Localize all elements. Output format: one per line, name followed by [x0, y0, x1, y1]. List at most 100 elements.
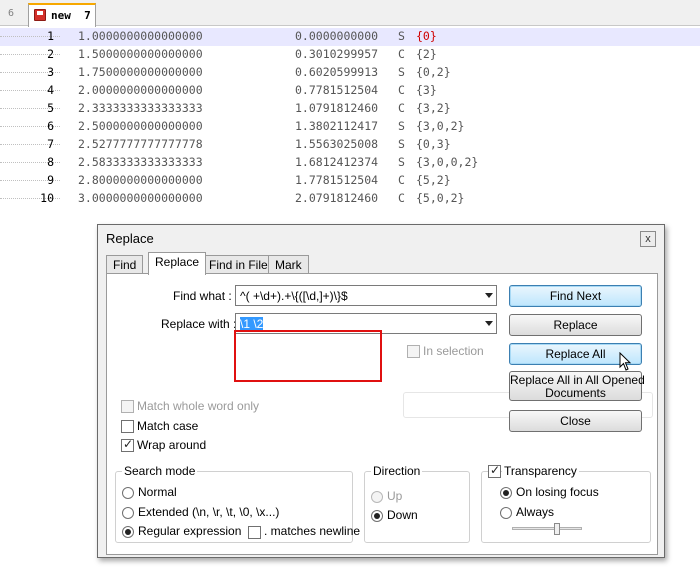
type-column: C [398, 47, 405, 61]
value-column-b: 1.5563025008 [295, 137, 379, 151]
normal-label: Normal [138, 485, 177, 499]
value-column-a: 2.5833333333333333 [78, 155, 203, 169]
direction-group: Direction Up Down [364, 464, 470, 543]
replace-with-input[interactable]: \1 \2 [235, 313, 497, 334]
editor-line[interactable]: 6 2.5000000000000000 1.3802112417 S {3,0,2} [0, 118, 700, 136]
down-label: Down [387, 508, 418, 522]
set-column: {0,2} [416, 65, 451, 79]
always-label: Always [516, 505, 555, 519]
line-number-gutter: 10 [0, 190, 60, 208]
value-column-a: 3.0000000000000000 [78, 191, 203, 205]
replace-panel: Find what : ^( +\d+).+\{([\d,]+)\}$ Repl… [106, 273, 658, 555]
extended-radio[interactable] [122, 507, 134, 519]
line-number-gutter: 1 [0, 28, 60, 46]
tab-replace[interactable]: Replace [148, 252, 207, 275]
type-column: S [398, 137, 405, 151]
line-number: 10 [40, 191, 54, 205]
editor-line[interactable]: 2 1.5000000000000000 0.3010299957 C {2} [0, 46, 700, 64]
matches-newline-label: . matches newline [264, 524, 361, 538]
line-number: 2 [47, 47, 54, 61]
chevron-down-icon[interactable] [485, 321, 493, 326]
transparency-slider[interactable] [512, 527, 582, 530]
value-column-b: 0.0000000000 [295, 29, 379, 43]
line-number: 1 [47, 29, 54, 43]
transparency-title: Transparency [502, 464, 579, 478]
editor-line[interactable]: 1 1.0000000000000000 0.0000000000 S {0} [0, 28, 700, 46]
matches-newline-checkbox[interactable] [248, 526, 261, 539]
wrap-around-label: Wrap around [137, 438, 207, 452]
line-number-gutter: 8 [0, 154, 60, 172]
line-number-gutter: 7 [0, 136, 60, 154]
line-number-gutter: 9 [0, 172, 60, 190]
match-whole-word-checkbox[interactable] [121, 400, 134, 413]
tab-number: 6 [8, 8, 15, 19]
editor-line[interactable]: 5 2.3333333333333333 1.0791812460 C {3,2} [0, 100, 700, 118]
value-column-a: 1.0000000000000000 [78, 29, 203, 43]
type-column: C [398, 83, 405, 97]
value-column-b: 1.0791812460 [295, 101, 379, 115]
dialog-title: Replace [106, 231, 154, 246]
line-number-gutter: 6 [0, 118, 60, 136]
in-selection-label: In selection [423, 344, 484, 358]
up-radio[interactable] [371, 491, 383, 503]
always-radio[interactable] [500, 507, 512, 519]
editor-line[interactable]: 10 3.0000000000000000 2.0791812460 C {5,0,2} [0, 190, 700, 208]
transparency-group: Transparency On losing focus Always [481, 463, 651, 543]
replace-with-label: Replace with : [161, 317, 237, 331]
up-label: Up [387, 489, 403, 503]
type-column: C [398, 173, 405, 187]
chevron-down-icon[interactable] [485, 293, 493, 298]
set-column: {3,2} [416, 101, 451, 115]
value-column-b: 0.6020599913 [295, 65, 379, 79]
transparency-checkbox[interactable] [488, 463, 501, 478]
value-column-a: 1.5000000000000000 [78, 47, 203, 61]
on-losing-focus-label: On losing focus [516, 485, 599, 499]
editor-line[interactable]: 4 2.0000000000000000 0.7781512504 C {3} [0, 82, 700, 100]
find-what-label: Find what : [173, 289, 232, 303]
value-column-b: 0.7781512504 [295, 83, 379, 97]
down-radio[interactable] [371, 510, 383, 522]
regex-radio[interactable] [122, 526, 134, 538]
regex-label: Regular expression [138, 524, 242, 538]
line-number-gutter: 3 [0, 64, 60, 82]
on-losing-focus-radio[interactable] [500, 487, 512, 499]
set-column: {0,3} [416, 137, 451, 151]
find-what-input[interactable]: ^( +\d+).+\{([\d,]+)\}$ [235, 285, 497, 306]
match-case-label: Match case [137, 419, 199, 433]
tab-mark[interactable]: Mark [268, 255, 309, 274]
wrap-around-checkbox[interactable] [121, 437, 134, 452]
line-number: 8 [47, 155, 54, 169]
normal-radio[interactable] [122, 487, 134, 499]
line-number: 4 [47, 83, 54, 97]
tab-find[interactable]: Find [106, 255, 144, 274]
editor-line[interactable]: 9 2.8000000000000000 1.7781512504 C {5,2} [0, 172, 700, 190]
mouse-cursor-icon [619, 352, 632, 371]
line-number: 5 [47, 101, 54, 115]
transparency-slider-thumb[interactable] [554, 523, 560, 535]
editor-text-area[interactable]: 1 1.0000000000000000 0.0000000000 S {0} 2 1.50… [0, 28, 700, 218]
value-column-a: 2.5000000000000000 [78, 119, 203, 133]
find-next-button[interactable]: Find Next [509, 285, 642, 307]
editor-line[interactable]: 3 1.7500000000000000 0.6020599913 S {0,2} [0, 64, 700, 82]
direction-title: Direction [371, 464, 423, 478]
close-button[interactable]: Close [509, 410, 642, 432]
find-what-value: ^( +\d+).+\{([\d,]+)\}$ [240, 289, 348, 303]
replace-button[interactable]: Replace [509, 314, 642, 336]
line-number: 3 [47, 65, 54, 79]
extended-label: Extended (\n, \r, \t, \0, \x...) [138, 505, 280, 519]
search-mode-group: Search mode Normal Extended (\n, \r, \t,… [115, 464, 360, 543]
line-number-gutter: 2 [0, 46, 60, 64]
tab-new-7[interactable]: new 7 [28, 3, 96, 27]
match-case-checkbox[interactable] [121, 420, 134, 433]
editor-line[interactable]: 7 2.5277777777777778 1.5563025008 S {0,3} [0, 136, 700, 154]
highlight-box [234, 330, 382, 382]
close-icon[interactable]: x [640, 231, 656, 247]
value-column-a: 2.5277777777777778 [78, 137, 203, 151]
replace-all-opened-button[interactable]: Replace All in All Opened Documents [509, 371, 645, 401]
set-column: {5,0,2} [416, 191, 465, 205]
line-number: 6 [47, 119, 54, 133]
in-selection-checkbox[interactable] [407, 345, 420, 358]
value-column-a: 2.8000000000000000 [78, 173, 203, 187]
editor-line[interactable]: 8 2.5833333333333333 1.6812412374 S {3,0,0,2… [0, 154, 700, 172]
line-number: 7 [47, 137, 54, 151]
